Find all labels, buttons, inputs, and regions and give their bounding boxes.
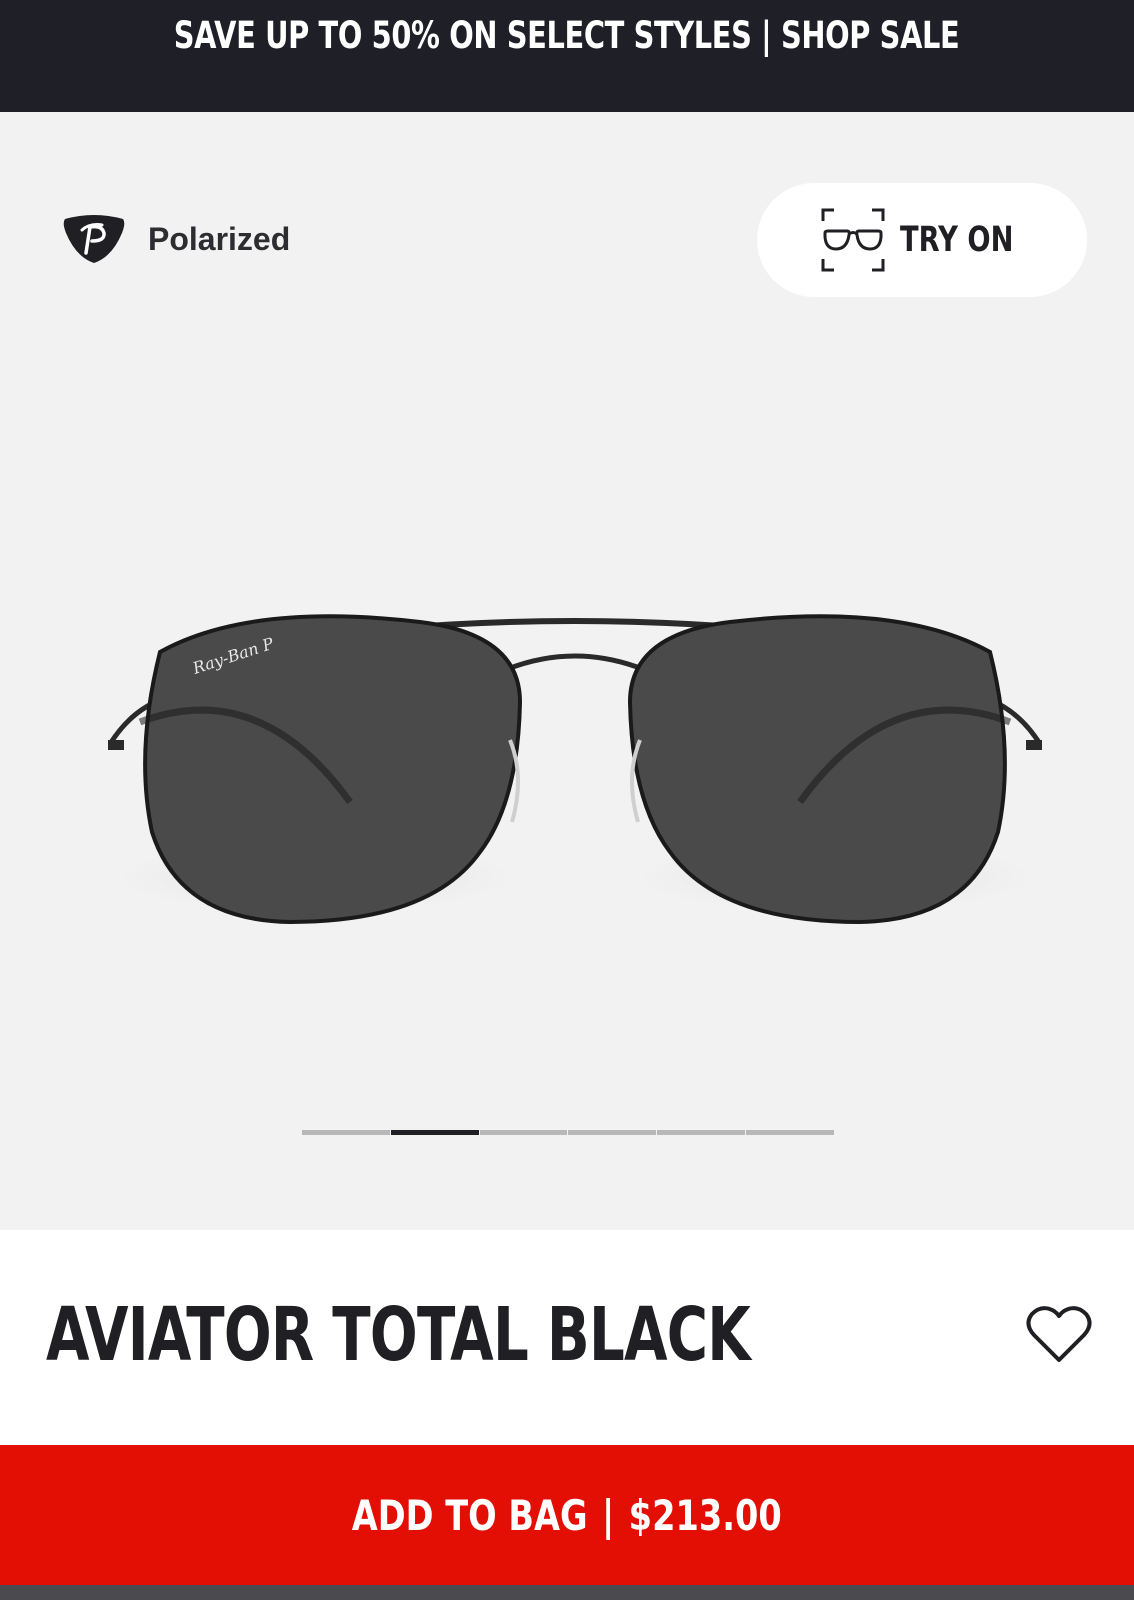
pager-dot[interactable] [746,1130,834,1135]
add-to-bag-label: ADD TO BAG [352,1490,588,1540]
pager-dot[interactable] [568,1130,657,1135]
polarized-badge: Polarized [62,213,290,265]
polarized-label: Polarized [148,220,291,257]
promo-text[interactable]: SAVE UP TO 50% ON SELECT STYLES | SHOP S… [174,14,960,57]
product-title: AVIATOR TOTAL BLACK [46,1292,751,1378]
heart-icon [1026,1306,1092,1362]
image-pager [302,1130,834,1136]
try-on-label: TRY ON [900,220,1014,260]
product-gallery[interactable]: Polarized TRY ON Ray-Ban P [0,112,1134,1230]
add-to-bag-content: ADD TO BAG | $213.00 [352,1491,782,1540]
pager-dot[interactable] [479,1130,568,1135]
pager-dot-active[interactable] [390,1130,479,1135]
product-price: $213.00 [628,1490,782,1540]
promo-banner[interactable]: SAVE UP TO 50% ON SELECT STYLES | SHOP S… [0,0,1134,112]
bottom-edge [0,1585,1134,1600]
glasses-scan-icon [821,208,885,272]
pager-dot[interactable] [302,1130,390,1135]
try-on-button[interactable]: TRY ON [757,183,1087,297]
product-image[interactable]: Ray-Ban P [100,502,1050,942]
pager-dot[interactable] [657,1130,746,1135]
polarized-icon [63,215,125,263]
cta-separator: | [602,1490,615,1540]
add-to-bag-button[interactable]: ADD TO BAG | $213.00 [0,1445,1134,1585]
favorite-button[interactable] [1026,1304,1092,1364]
